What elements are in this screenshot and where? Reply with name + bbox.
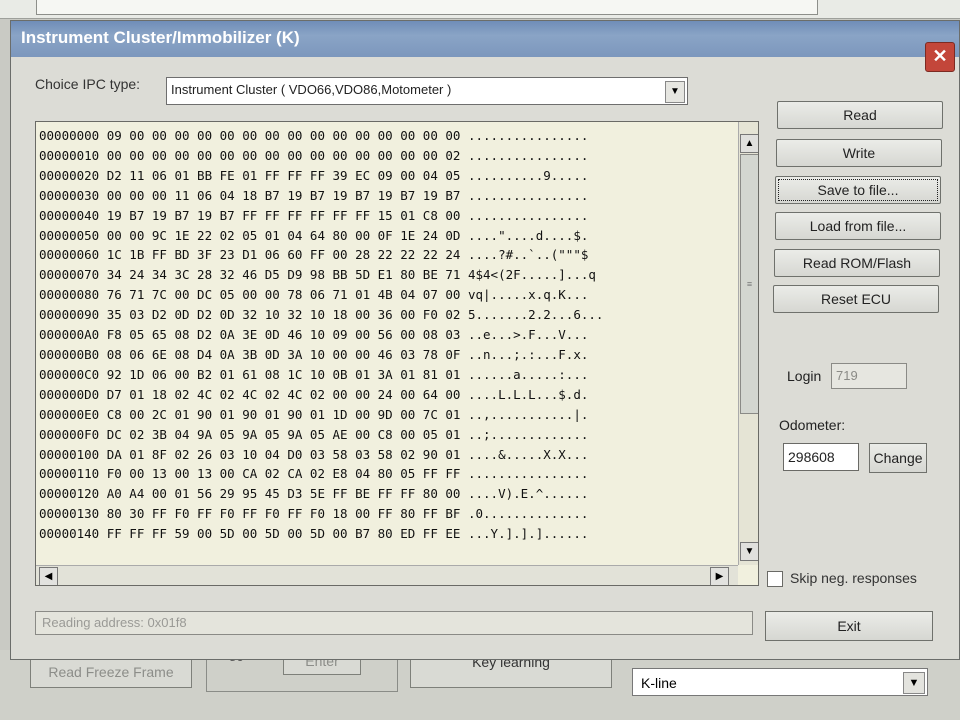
hex-dump-line: 000000F0 DC 02 3B 04 9A 05 9A 05 9A 05 A… bbox=[39, 426, 589, 442]
hex-dump-line: 00000050 00 00 9C 1E 22 02 05 01 04 64 8… bbox=[39, 227, 589, 243]
ipc-type-label: Choice IPC type: bbox=[35, 76, 141, 92]
parent-top-panel bbox=[36, 0, 818, 15]
hex-dump-line: 000000C0 92 1D 06 00 B2 01 61 08 1C 10 0… bbox=[39, 366, 589, 382]
scroll-thumb[interactable]: ≡ bbox=[740, 154, 758, 414]
hex-dump-line: 00000140 FF FF FF 59 00 5D 00 5D 00 5D 0… bbox=[39, 526, 589, 542]
hex-dump-line: 000000B0 08 06 6E 08 D4 0A 3B 0D 3A 10 0… bbox=[39, 346, 589, 362]
hex-dump-line: 000000D0 D7 01 18 02 4C 02 4C 02 4C 02 0… bbox=[39, 386, 589, 402]
scroll-right-button[interactable]: ▶ bbox=[710, 567, 729, 585]
scroll-down-button[interactable]: ▼ bbox=[740, 542, 758, 561]
hex-dump-line: 00000110 F0 00 13 00 13 00 CA 02 CA 02 E… bbox=[39, 466, 589, 482]
horizontal-scrollbar[interactable]: ◀ ▶ bbox=[36, 565, 738, 585]
title-bar[interactable]: Instrument Cluster/Immobilizer (K) bbox=[11, 21, 959, 57]
login-label: Login bbox=[787, 368, 822, 384]
login-field[interactable]: 719 bbox=[831, 363, 907, 389]
hex-dump-line: 00000090 35 03 D2 0D D2 0D 32 10 32 10 1… bbox=[39, 307, 604, 323]
write-button[interactable]: Write bbox=[776, 139, 942, 167]
hex-dump-line: 00000000 09 00 00 00 00 00 00 00 00 00 0… bbox=[39, 128, 589, 143]
vertical-scrollbar[interactable]: ▲ ≡ ▼ bbox=[738, 122, 758, 565]
close-button[interactable]: ✕ bbox=[925, 42, 955, 72]
parent-window-bottom: Read Freeze Frame 86 Enter Key learning … bbox=[0, 649, 960, 720]
skip-neg-responses-label: Skip neg. responses bbox=[790, 570, 917, 586]
chevron-down-icon[interactable]: ▼ bbox=[665, 81, 685, 103]
hex-dump-view[interactable]: 00000000 09 00 00 00 00 00 00 00 00 00 0… bbox=[35, 121, 759, 586]
ipc-type-value: Instrument Cluster ( VDO66,VDO86,Motomet… bbox=[171, 82, 452, 97]
hex-dump-line: 00000130 80 30 FF F0 FF F0 FF F0 FF F0 1… bbox=[39, 506, 589, 522]
hex-dump-line: 000000E0 C8 00 2C 01 90 01 90 01 90 01 1… bbox=[39, 406, 589, 422]
scroll-up-button[interactable]: ▲ bbox=[740, 134, 758, 153]
chevron-down-icon[interactable]: ▼ bbox=[903, 672, 925, 694]
scroll-left-button[interactable]: ◀ bbox=[39, 567, 58, 585]
hex-dump-line: 00000020 D2 11 06 01 BB FE 01 FF FF FF 3… bbox=[39, 167, 589, 183]
hex-dump-line: 00000010 00 00 00 00 00 00 00 00 00 00 0… bbox=[39, 147, 589, 163]
instrument-cluster-dialog: Instrument Cluster/Immobilizer (K) ✕ Cho… bbox=[10, 20, 960, 660]
interface-select-value: K-line bbox=[641, 675, 677, 691]
status-bar: Reading address: 0x01f8 bbox=[35, 611, 753, 635]
ipc-type-select[interactable]: Instrument Cluster ( VDO66,VDO86,Motomet… bbox=[166, 77, 688, 105]
close-icon: ✕ bbox=[932, 46, 948, 66]
hex-dump-line: 00000070 34 24 34 3C 28 32 46 D5 D9 98 B… bbox=[39, 267, 596, 283]
read-freeze-frame-button[interactable]: Read Freeze Frame bbox=[30, 658, 192, 688]
hex-dump-line: 00000060 1C 1B FF BD 3F 23 D1 06 60 FF 0… bbox=[39, 247, 589, 263]
skip-neg-responses-checkbox[interactable] bbox=[767, 571, 783, 587]
load-from-file-button[interactable]: Load from file... bbox=[775, 212, 941, 240]
hex-dump-line: 00000040 19 B7 19 B7 19 B7 FF FF FF FF F… bbox=[39, 207, 589, 223]
window-title: Instrument Cluster/Immobilizer (K) bbox=[21, 28, 300, 47]
hex-dump-lines: 00000000 09 00 00 00 00 00 00 00 00 00 0… bbox=[39, 126, 603, 544]
hex-dump-line: 000000A0 F8 05 65 08 D2 0A 3E 0D 46 10 0… bbox=[39, 327, 589, 343]
odometer-label: Odometer: bbox=[779, 417, 846, 433]
hex-dump-line: 00000080 76 71 7C 00 DC 05 00 00 78 06 7… bbox=[39, 287, 589, 303]
reset-ecu-button[interactable]: Reset ECU bbox=[773, 285, 939, 313]
read-button[interactable]: Read bbox=[777, 101, 943, 129]
interface-select[interactable]: K-line ▼ bbox=[632, 668, 928, 696]
read-rom-flash-button[interactable]: Read ROM/Flash bbox=[774, 249, 940, 277]
save-to-file-button[interactable]: Save to file... bbox=[775, 176, 941, 204]
hex-dump-line: 00000100 DA 01 8F 02 26 03 10 04 D0 03 5… bbox=[39, 446, 589, 462]
parent-window-top bbox=[0, 0, 960, 19]
odometer-field[interactable]: 298608 bbox=[783, 443, 859, 471]
exit-button[interactable]: Exit bbox=[765, 611, 933, 641]
hex-dump-line: 00000120 A0 A4 00 01 56 29 95 45 D3 5E F… bbox=[39, 486, 589, 502]
change-odometer-button[interactable]: Change bbox=[869, 443, 927, 473]
hex-dump-line: 00000030 00 00 00 11 06 04 18 B7 19 B7 1… bbox=[39, 187, 589, 203]
